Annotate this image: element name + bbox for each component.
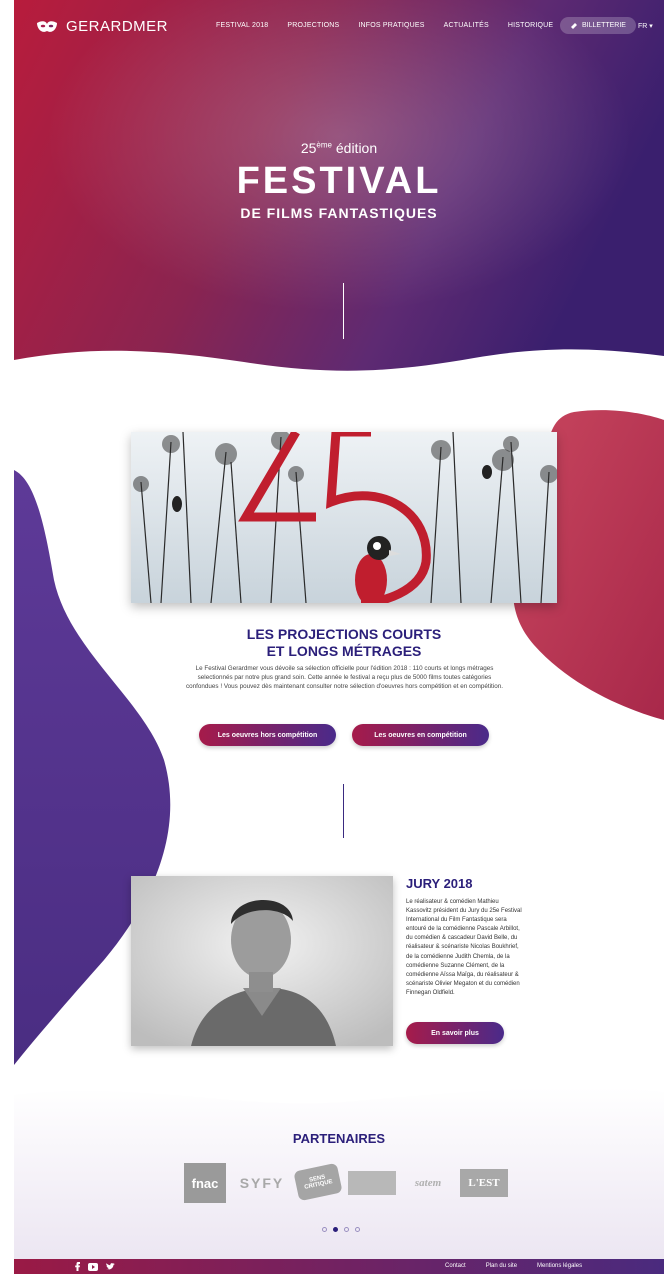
section-divider-line [343,784,344,838]
projections-title-line1: LES PROJECTIONS COURTS [246,626,442,642]
projections-title: LES PROJECTIONS COURTS ET LONGS MÉTRAGES [134,626,554,660]
footer-links: Contact Plan du site Mentions légales [445,1263,602,1269]
en-savoir-plus-button[interactable]: En savoir plus [406,1022,504,1044]
footer-link-contact[interactable]: Contact [445,1263,466,1269]
en-competition-button[interactable]: Les oeuvres en compétition [352,724,489,746]
projections-title-line2: ET LONGS MÉTRAGES [266,643,422,659]
footer: Contact Plan du site Mentions légales [14,1259,664,1274]
jury-description: Le réalisateur & comédien Mathieu Kassov… [406,899,522,996]
jury-president-photo [131,876,393,1046]
footer-link-legal[interactable]: Mentions légales [537,1263,582,1269]
projections-description: Le Festival Gerardmer vous dévoile sa sé… [186,665,503,691]
footer-link-sitemap[interactable]: Plan du site [486,1263,517,1269]
facebook-icon[interactable] [74,1262,80,1271]
youtube-icon[interactable] [88,1262,98,1271]
twitter-icon[interactable] [106,1262,115,1271]
partner-logo-lest[interactable]: L'EST [460,1169,508,1197]
carousel-dots [322,1227,360,1232]
partners-title: PARTENAIRES [292,1131,386,1146]
page: GERARDMER FESTIVAL 2018 PROJECTIONS INFO… [14,0,664,1274]
partner-logo-fnac[interactable]: fnac [184,1163,226,1203]
partner-logo-senscritique[interactable]: SENS CRITIQUE [293,1162,343,1202]
partner-logo-syfy[interactable]: SYFY [236,1173,288,1193]
jury-title: JURY 2018 [406,876,473,891]
partners-logos: fnac SYFY SENS CRITIQUE — satem L'EST [184,1162,514,1203]
projections-banner-image [131,432,557,603]
carousel-dot-2[interactable] [333,1227,338,1232]
carousel-dot-3[interactable] [344,1227,349,1232]
social-links [74,1262,115,1271]
festival-poster-artwork [131,432,557,603]
portrait-image [131,876,393,1046]
partner-logo-satem[interactable]: satem [402,1173,454,1193]
carousel-dot-4[interactable] [355,1227,360,1232]
carousel-dot-1[interactable] [322,1227,327,1232]
partner-logo-unnamed[interactable]: — [348,1171,396,1195]
hors-competition-button[interactable]: Les oeuvres hors compétition [199,724,336,746]
